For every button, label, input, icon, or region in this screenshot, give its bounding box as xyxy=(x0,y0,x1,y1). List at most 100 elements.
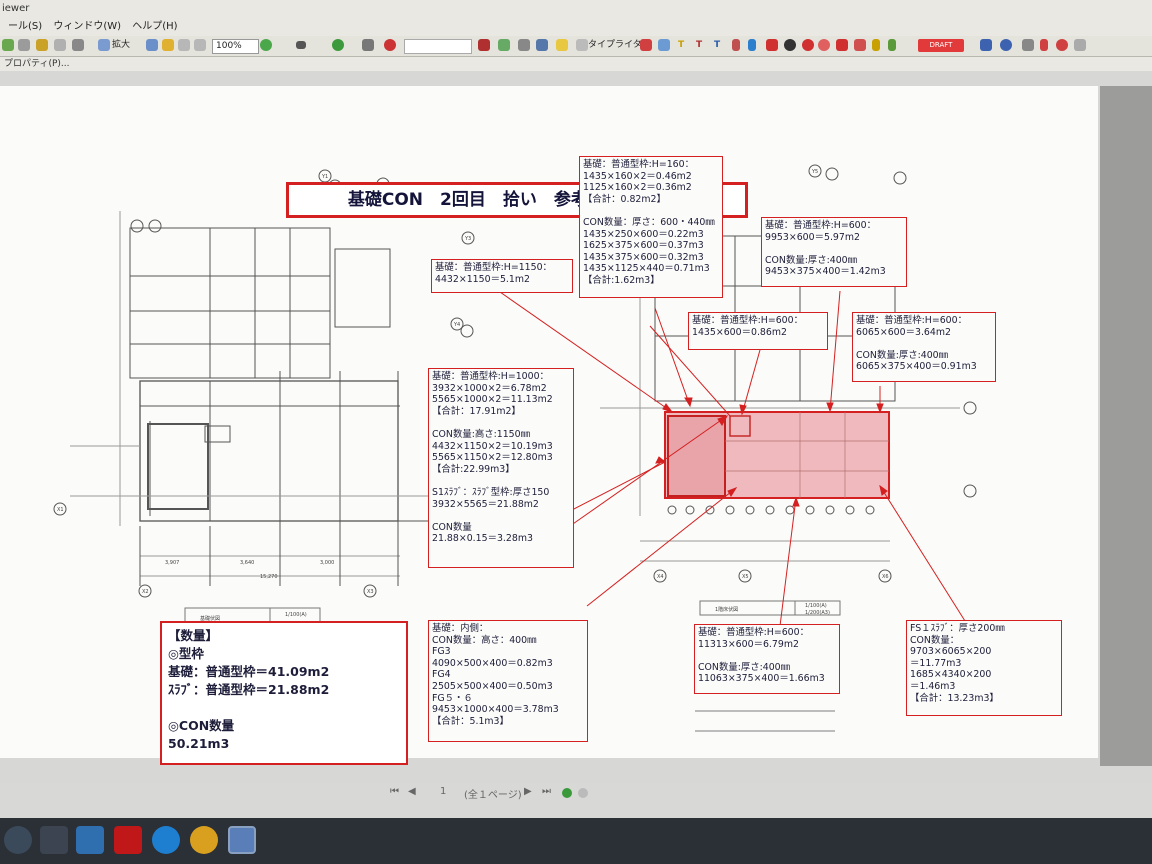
marker-icon[interactable] xyxy=(748,39,756,51)
brush-icon[interactable] xyxy=(888,39,896,51)
annotation-h600-right-top[interactable]: 基礎：普通型枠:H=600： 9953×600＝5.97m2 CON数量:厚さ:… xyxy=(761,217,907,287)
page-total: (全１ページ) xyxy=(464,790,522,801)
annotation-h160[interactable]: 基礎：普通型枠:H=160： 1435×160×2＝0.46m2 1125×16… xyxy=(579,156,723,298)
ann-line: CON数量：厚さ：600・440㎜ xyxy=(583,216,715,228)
zoom-out-icon[interactable] xyxy=(146,39,158,51)
record-icon[interactable] xyxy=(384,39,396,51)
quantity-summary[interactable]: 【数量】 ◎型枠 基礎：普通型枠＝41.09m2 ｽﾗﾌﾞ：普通型枠＝21.88… xyxy=(160,621,408,765)
zoom-input[interactable]: 100% xyxy=(212,39,259,54)
grid-label-y3: Y3 xyxy=(464,236,471,242)
ann-line xyxy=(698,650,836,662)
zoom-in-label[interactable]: 拡大 xyxy=(112,39,130,52)
rectangle-icon[interactable] xyxy=(766,39,778,51)
pen-icon[interactable] xyxy=(498,39,510,51)
ann-line: 4090×500×400＝0.82m3 xyxy=(432,657,553,669)
next-page-icon[interactable]: ▶ xyxy=(524,786,532,797)
ann-line: 11063×375×400＝1.66m3 xyxy=(698,673,825,685)
ann-line: CON数量： xyxy=(910,634,960,646)
scale-right-1: 1/100(A) xyxy=(805,603,827,609)
textbox-icon[interactable] xyxy=(640,39,652,51)
summary-heading: 【数量】 xyxy=(168,628,219,643)
ann-line: 1435×160×2＝0.46m2 xyxy=(583,170,692,182)
dim-a: 3,907 xyxy=(165,560,179,566)
refresh-icon[interactable] xyxy=(2,39,14,51)
eraser-icon[interactable] xyxy=(518,39,530,51)
annotation-inner[interactable]: 基礎：内側： CON数量：高さ：400㎜ FG3 4090×500×400＝0.… xyxy=(428,620,588,742)
ann-line: 1435×1125×440＝0.71m3 xyxy=(583,263,710,275)
last-page-icon[interactable]: ⏭ xyxy=(542,786,551,797)
ellipse-icon[interactable] xyxy=(784,39,796,51)
grid-label-x3: X3 xyxy=(367,589,374,595)
attach-icon[interactable] xyxy=(980,39,992,51)
ann-line: 11313×600＝6.79m2 xyxy=(698,638,799,650)
measure-icon[interactable] xyxy=(1022,39,1034,51)
chrome-icon[interactable] xyxy=(190,826,218,854)
go-forward-icon[interactable] xyxy=(562,788,572,798)
ann-line: 5565×1150×2＝12.80m3 xyxy=(432,452,553,464)
footing-highlight xyxy=(667,415,726,497)
prev-page-icon[interactable]: ◀ xyxy=(408,786,416,797)
annotation-h1150[interactable]: 基礎：普通型枠:H=1150： 4432×1150＝5.1m2 xyxy=(431,259,573,293)
red-circle-icon[interactable] xyxy=(1056,39,1068,51)
annotation-h600-right-mid[interactable]: 基礎：普通型枠:H=600： 6065×600＝3.64m2 CON数量:厚さ:… xyxy=(852,312,996,382)
properties-label[interactable]: プロパティ(P)... xyxy=(4,59,70,69)
pdf-viewer-icon[interactable] xyxy=(228,826,256,854)
sound-icon[interactable] xyxy=(1000,39,1012,51)
annotation-h600-bottom[interactable]: 基礎：普通型枠:H=600： 11313×600＝6.79m2 CON数量:厚さ… xyxy=(694,624,840,694)
zoom-plus-icon[interactable] xyxy=(260,39,272,51)
line-icon[interactable] xyxy=(296,41,306,49)
polygon-icon[interactable] xyxy=(836,39,848,51)
go-back-icon[interactable] xyxy=(578,788,588,798)
left-grid-bubbles xyxy=(53,169,475,598)
mail-icon[interactable] xyxy=(76,826,104,854)
fit-width-icon[interactable] xyxy=(178,39,190,51)
strike-text-icon[interactable]: T xyxy=(696,39,702,52)
start-icon[interactable] xyxy=(4,826,32,854)
menu-window[interactable]: ウィンドウ(W) xyxy=(53,18,121,36)
highlighter-icon[interactable] xyxy=(872,39,880,51)
menu-bar: ール(S) ウィンドウ(W) ヘルプ(H) xyxy=(0,18,1152,36)
settings-icon[interactable] xyxy=(1074,39,1086,51)
stamp-icon[interactable] xyxy=(478,39,490,51)
annotation-h1000[interactable]: 基礎：普通型枠:H=1000： 3932×1000×2＝6.78m2 5565×… xyxy=(428,368,574,568)
internet-explorer-icon[interactable] xyxy=(152,826,180,854)
draft-stamp[interactable]: DRAFT xyxy=(918,39,964,52)
menu-tool[interactable]: ール(S) xyxy=(8,18,42,36)
annotation-fs1-slab[interactable]: FS１ｽﾗﾌﾞ：厚さ200㎜ CON数量： 9703×6065×200 ＝11.… xyxy=(906,620,1062,716)
text-select-icon[interactable] xyxy=(54,39,66,51)
summary-formwork-heading: ◎型枠 xyxy=(168,646,204,661)
typewriter-icon[interactable] xyxy=(576,39,588,51)
ann-line: ＝1.46m3 xyxy=(910,680,956,692)
red-pen-icon[interactable] xyxy=(1040,39,1048,51)
actual-size-icon[interactable] xyxy=(194,39,206,51)
ann-line xyxy=(856,338,992,350)
shape-icon[interactable] xyxy=(536,39,548,51)
cloud-icon[interactable] xyxy=(818,39,830,51)
ann-line: 基礎：普通型枠:H=1150： xyxy=(435,262,552,273)
ann-line: CON数量 xyxy=(432,521,472,533)
menu-help[interactable]: ヘルプ(H) xyxy=(132,18,177,36)
comment-icon[interactable] xyxy=(556,39,568,51)
hand-tool-icon[interactable] xyxy=(18,39,30,51)
fit-page-icon[interactable] xyxy=(162,39,174,51)
pencil-icon[interactable] xyxy=(732,39,740,51)
explorer-icon[interactable] xyxy=(40,826,68,854)
yahoo-icon[interactable] xyxy=(114,826,142,854)
arrow-icon[interactable] xyxy=(854,39,866,51)
text-icon[interactable]: T xyxy=(678,39,684,52)
link-icon[interactable] xyxy=(362,39,374,51)
ann-line: 【合計：13.23m3】 xyxy=(910,692,999,704)
callout-icon[interactable] xyxy=(658,39,670,51)
annotation-h600-small[interactable]: 基礎：普通型枠:H=600： 1435×600＝0.86m2 xyxy=(688,312,828,350)
next-icon[interactable] xyxy=(332,39,344,51)
grid-label-y4: Y4 xyxy=(453,322,460,328)
zoom-in-icon[interactable] xyxy=(98,39,110,51)
underline-text-icon[interactable]: T xyxy=(714,39,720,52)
first-page-icon[interactable]: ⏮ xyxy=(390,786,399,797)
select-tool-icon[interactable] xyxy=(36,39,48,51)
page-number[interactable]: 1 xyxy=(440,786,446,797)
search-input[interactable] xyxy=(404,39,472,54)
circle-icon[interactable] xyxy=(802,39,814,51)
snapshot-icon[interactable] xyxy=(72,39,84,51)
toolbar: 拡大 100% タイプライター T T T DRAFT xyxy=(0,36,1152,57)
